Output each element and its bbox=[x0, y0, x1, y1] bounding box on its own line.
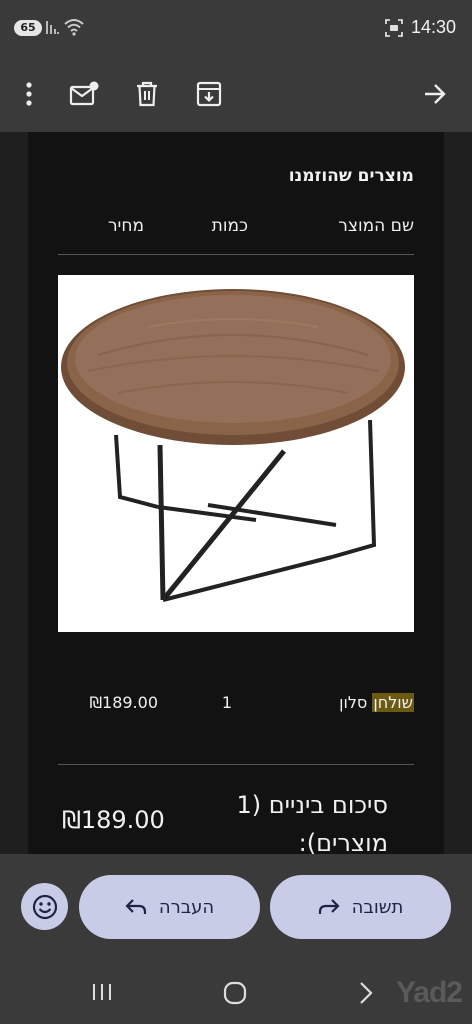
arrow-forward-icon[interactable] bbox=[415, 74, 455, 114]
product-image bbox=[58, 275, 414, 632]
email-toolbar bbox=[0, 56, 472, 132]
order-card: מוצרים שהוזמנו שם המוצר כמות מחיר שולחן … bbox=[28, 132, 444, 854]
recent-apps-icon[interactable] bbox=[91, 982, 113, 1002]
search-highlight: שולחן bbox=[372, 693, 414, 712]
reply-arrow-icon bbox=[318, 899, 340, 914]
email-body[interactable]: מוצרים שהוזמנו שם המוצר כמות מחיר שולחן … bbox=[0, 132, 472, 854]
archive-icon[interactable] bbox=[189, 74, 229, 114]
emoji-reaction-button[interactable] bbox=[21, 883, 68, 930]
back-icon[interactable] bbox=[358, 981, 374, 1005]
header-product-name: שם המוצר bbox=[338, 216, 414, 236]
home-icon[interactable] bbox=[223, 981, 247, 1005]
screen-record-icon bbox=[385, 19, 403, 37]
action-bar: העברה תשובה bbox=[0, 854, 472, 950]
battery-indicator: 65 bbox=[14, 20, 42, 36]
system-nav-bar: Yad2 bbox=[0, 950, 472, 1024]
subtotal-label: סיכום ביניים (1 מוצרים): bbox=[236, 791, 388, 854]
divider bbox=[58, 764, 414, 765]
more-options-icon[interactable] bbox=[9, 74, 49, 114]
watermark: Yad2 bbox=[395, 976, 463, 1009]
product-name-cell: שולחן סלון bbox=[339, 693, 414, 712]
wifi-icon bbox=[64, 19, 84, 36]
forward-label: העברה bbox=[158, 896, 215, 918]
forward-button[interactable]: העברה bbox=[79, 875, 260, 939]
mark-unread-icon[interactable] bbox=[64, 74, 104, 114]
forward-arrow-icon bbox=[125, 899, 146, 914]
subtotal-value: ₪189.00 bbox=[62, 806, 165, 834]
status-bar: 65 14:30 bbox=[0, 0, 472, 56]
price-cell: ₪189.00 bbox=[89, 693, 158, 712]
delete-icon[interactable] bbox=[127, 74, 167, 114]
reply-button[interactable]: תשובה bbox=[270, 875, 451, 939]
header-quantity: כמות bbox=[211, 216, 248, 236]
ordered-products-title: מוצרים שהוזמנו bbox=[288, 166, 414, 186]
reply-label: תשובה bbox=[351, 896, 404, 918]
clock: 14:30 bbox=[410, 17, 456, 37]
signal-icon bbox=[46, 21, 59, 34]
divider bbox=[58, 254, 414, 255]
header-price: מחיר bbox=[107, 216, 144, 236]
smiley-icon bbox=[32, 894, 57, 919]
quantity-cell: 1 bbox=[221, 693, 232, 712]
